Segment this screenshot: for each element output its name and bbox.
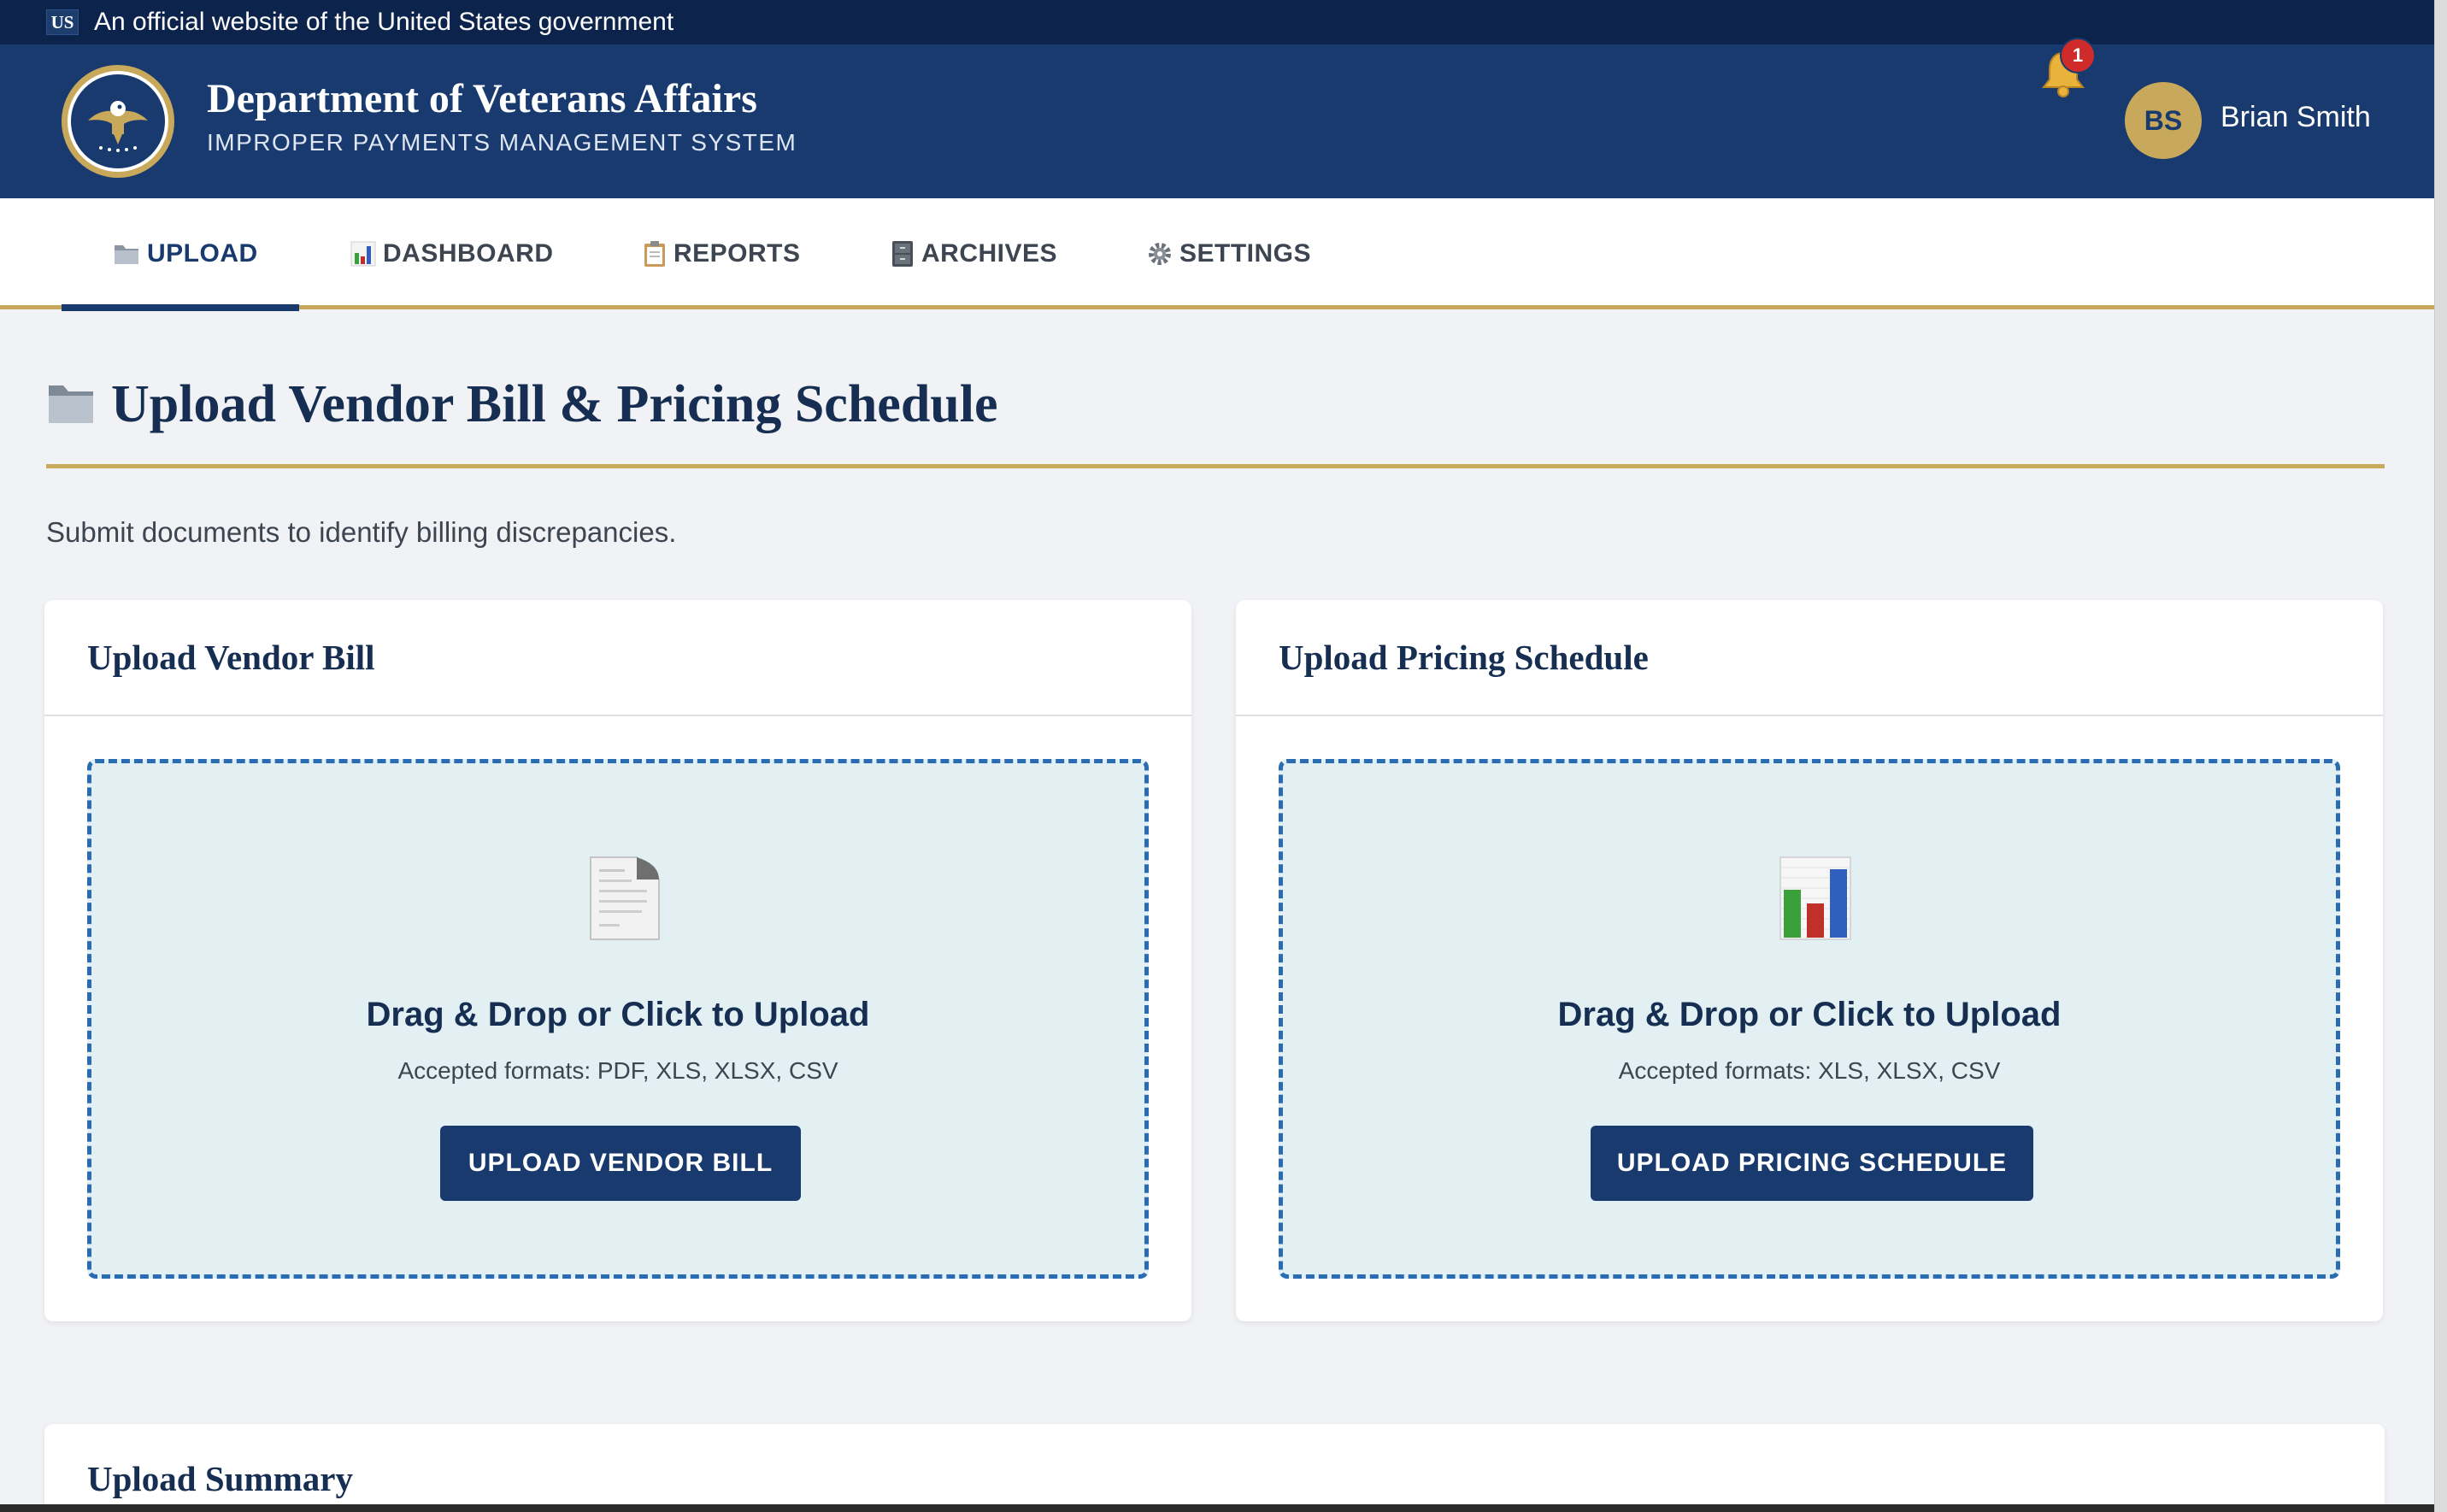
gov-banner-text: An official website of the United States… <box>94 8 674 36</box>
scrollbar[interactable] <box>2434 0 2447 1512</box>
upload-summary-card: Upload Summary <box>44 1424 2385 1512</box>
user-name[interactable]: Brian Smith <box>2221 101 2371 134</box>
page-description: Submit documents to identify billing dis… <box>46 516 677 548</box>
card-title: Upload Vendor Bill <box>87 638 375 677</box>
gear-icon <box>1147 241 1173 267</box>
card-header: Upload Vendor Bill <box>44 600 1191 716</box>
tab-label: ARCHIVES <box>921 239 1058 268</box>
page-title: Upload Vendor Bill & Pricing Schedule <box>111 375 998 433</box>
accepted-formats: Accepted formats: PDF, XLS, XLSX, CSV <box>397 1057 838 1084</box>
us-flag-icon: US <box>46 9 79 35</box>
vendor-bill-card: Upload Vendor Bill Drag & Drop or Click … <box>44 600 1191 1321</box>
folder-icon <box>46 380 96 429</box>
main-nav: UPLOAD DASHBOARD REPORTS ARCHIVES SETTIN… <box>0 198 2434 311</box>
seal-inner <box>68 71 168 172</box>
document-icon <box>587 856 661 941</box>
bar-chart-icon <box>1779 856 1852 941</box>
gov-banner: US An official website of the United Sta… <box>0 0 2434 44</box>
tab-label: REPORTS <box>674 239 801 268</box>
tab-upload[interactable]: UPLOAD <box>113 198 258 309</box>
tab-label: UPLOAD <box>147 239 258 268</box>
tab-settings[interactable]: SETTINGS <box>1147 198 1311 309</box>
brand-block: Department of Veterans Affairs IMPROPER … <box>207 76 797 156</box>
dropzone-heading: Drag & Drop or Click to Upload <box>366 996 870 1033</box>
site-title: Department of Veterans Affairs <box>207 76 757 121</box>
user-avatar[interactable]: BS <box>2125 82 2202 159</box>
pricing-schedule-card: Upload Pricing Schedule Drag & Drop or C… <box>1236 600 2383 1321</box>
window-bottom-edge <box>0 1504 2434 1512</box>
app-window: US An official website of the United Sta… <box>0 0 2434 1512</box>
title-divider <box>46 464 2385 468</box>
tab-archives[interactable]: ARCHIVES <box>891 198 1057 309</box>
folder-icon <box>113 242 140 266</box>
clipboard-icon <box>643 240 667 268</box>
file-cabinet-icon <box>891 240 915 268</box>
eagle-icon <box>88 101 148 152</box>
va-seal-logo[interactable] <box>62 65 174 178</box>
bar-chart-icon <box>350 241 376 267</box>
tab-dashboard[interactable]: DASHBOARD <box>350 198 554 309</box>
summary-title: Upload Summary <box>87 1459 353 1498</box>
card-header: Upload Pricing Schedule <box>1236 600 2383 716</box>
notification-count-badge: 1 <box>2060 38 2096 74</box>
pricing-schedule-dropzone[interactable]: Drag & Drop or Click to Upload Accepted … <box>1279 759 2340 1279</box>
tab-label: SETTINGS <box>1179 239 1312 268</box>
dropzone-heading: Drag & Drop or Click to Upload <box>1557 996 2062 1033</box>
site-subtitle: IMPROPER PAYMENTS MANAGEMENT SYSTEM <box>207 128 797 156</box>
card-title: Upload Pricing Schedule <box>1279 638 1649 677</box>
page-header: Upload Vendor Bill & Pricing Schedule <box>46 374 998 435</box>
tab-reports[interactable]: REPORTS <box>643 198 801 309</box>
accepted-formats: Accepted formats: XLS, XLSX, CSV <box>1618 1057 2001 1084</box>
active-tab-indicator <box>62 304 299 311</box>
tab-label: DASHBOARD <box>383 239 554 268</box>
upload-vendor-bill-button[interactable]: UPLOAD VENDOR BILL <box>440 1126 801 1201</box>
upload-pricing-schedule-button[interactable]: UPLOAD PRICING SCHEDULE <box>1591 1126 2033 1201</box>
vendor-bill-dropzone[interactable]: Drag & Drop or Click to Upload Accepted … <box>87 759 1149 1279</box>
